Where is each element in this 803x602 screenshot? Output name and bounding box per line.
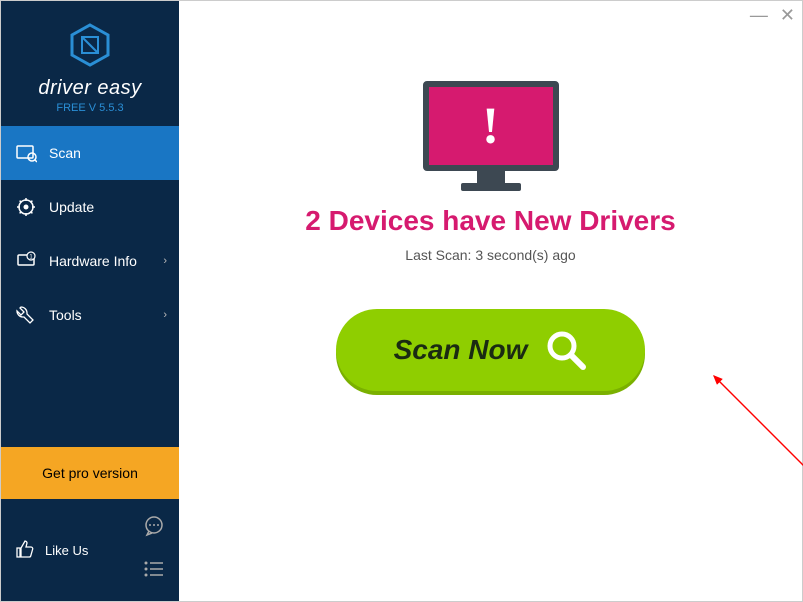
magnifier-icon [545, 329, 587, 371]
monitor-screen: ! [423, 81, 559, 171]
feedback-icon[interactable] [143, 515, 165, 542]
minimize-button[interactable]: — [750, 5, 768, 26]
sidebar-item-label: Update [49, 199, 94, 215]
brand-name: driver easy [1, 77, 179, 100]
thumbs-up-icon [15, 539, 35, 562]
sidebar-item-update[interactable]: Update [1, 180, 179, 234]
monitor-base [461, 183, 521, 191]
menu-icon[interactable] [143, 558, 165, 585]
sidebar-bottom: Like Us [1, 499, 179, 601]
exclamation-icon: ! [482, 97, 499, 156]
like-us-button[interactable]: Like Us [15, 539, 88, 562]
sidebar-nav: Scan Update 1 Hardware Info › Tools › [1, 126, 179, 447]
scan-now-label: Scan Now [394, 334, 528, 366]
gear-icon [15, 196, 37, 218]
sidebar-item-tools[interactable]: Tools › [1, 288, 179, 342]
sidebar-item-label: Hardware Info [49, 253, 137, 269]
last-scan-label: Last Scan: 3 second(s) ago [179, 247, 802, 263]
main-content: ! 2 Devices have New Drivers Last Scan: … [179, 1, 802, 601]
sidebar-item-hardware-info[interactable]: 1 Hardware Info › [1, 234, 179, 288]
logo-area: driver easy FREE V 5.5.3 [1, 1, 179, 126]
get-pro-button[interactable]: Get pro version [1, 447, 179, 499]
close-button[interactable]: ✕ [780, 5, 795, 26]
sidebar: driver easy FREE V 5.5.3 Scan Update 1 H… [1, 1, 179, 601]
annotation-arrow [709, 371, 803, 501]
sidebar-item-scan[interactable]: Scan [1, 126, 179, 180]
monitor-stand [477, 171, 505, 183]
sidebar-item-label: Scan [49, 145, 81, 161]
chevron-right-icon: › [163, 255, 167, 267]
chevron-right-icon: › [163, 309, 167, 321]
version-label: FREE V 5.5.3 [1, 102, 179, 114]
scan-now-button[interactable]: Scan Now [336, 309, 646, 391]
sidebar-item-label: Tools [49, 307, 82, 323]
headline: 2 Devices have New Drivers [179, 205, 802, 237]
bottom-icons [143, 515, 165, 585]
tools-icon [15, 304, 37, 326]
like-us-label: Like Us [45, 543, 88, 558]
logo-icon [68, 23, 112, 67]
window-controls: — ✕ [750, 5, 795, 26]
scan-icon [15, 142, 37, 164]
hardware-icon: 1 [15, 250, 37, 272]
monitor-illustration: ! [423, 81, 559, 179]
